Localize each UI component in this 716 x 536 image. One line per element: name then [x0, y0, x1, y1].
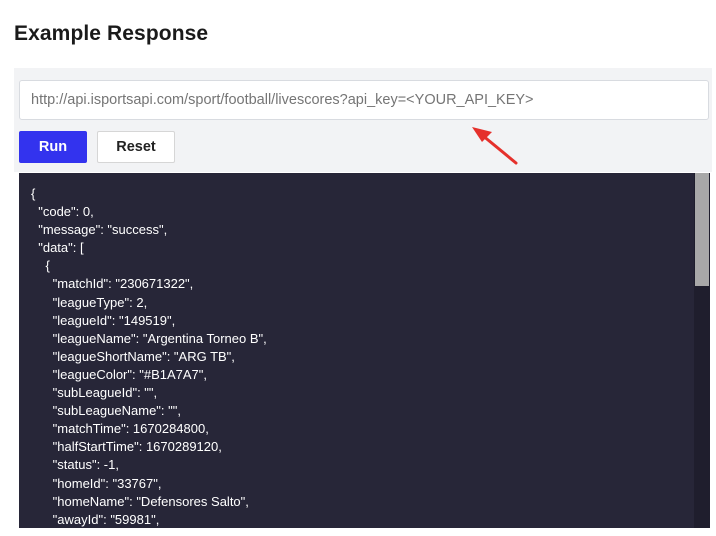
red-arrow-icon — [472, 127, 518, 165]
scrollbar-thumb[interactable] — [695, 173, 709, 286]
code-line: "code": 0, — [31, 204, 94, 220]
response-json: { "code": 0, "message": "success", "data… — [31, 185, 267, 528]
code-line: "leagueColor": "#B1A7A7", — [31, 366, 208, 382]
code-line: "awayId": "59981", — [31, 511, 160, 527]
code-line: "message": "success", — [31, 222, 168, 238]
section-title: Example Response — [14, 22, 209, 45]
code-line: "matchTime": 1670284800, — [31, 421, 209, 437]
code-line: "leagueId": "149519", — [31, 312, 176, 328]
code-line: "subLeagueId": "", — [31, 385, 158, 401]
code-line: "subLeagueName": "", — [31, 403, 181, 419]
api-url-input[interactable] — [19, 80, 709, 120]
code-line: "leagueName": "Argentina Torneo B", — [31, 330, 267, 346]
code-line: { — [31, 258, 50, 274]
code-scrollbar[interactable] — [694, 173, 710, 528]
page: Example Response Run Reset { "code": 0, … — [0, 0, 716, 536]
run-button[interactable]: Run — [19, 131, 87, 163]
code-line: "data": [ — [31, 240, 84, 256]
code-line: "status": -1, — [31, 457, 119, 473]
code-line: { — [31, 186, 36, 201]
code-line: "matchId": "230671322", — [31, 276, 194, 292]
reset-button[interactable]: Reset — [97, 131, 175, 163]
code-line: "homeName": "Defensores Salto", — [31, 493, 249, 509]
code-line: "leagueType": 2, — [31, 294, 148, 310]
code-line: "halfStartTime": 1670289120, — [31, 439, 222, 455]
response-code-block: { "code": 0, "message": "success", "data… — [19, 173, 710, 528]
code-line: "homeId": "33767", — [31, 475, 162, 491]
code-line: "leagueShortName": "ARG TB", — [31, 348, 235, 364]
